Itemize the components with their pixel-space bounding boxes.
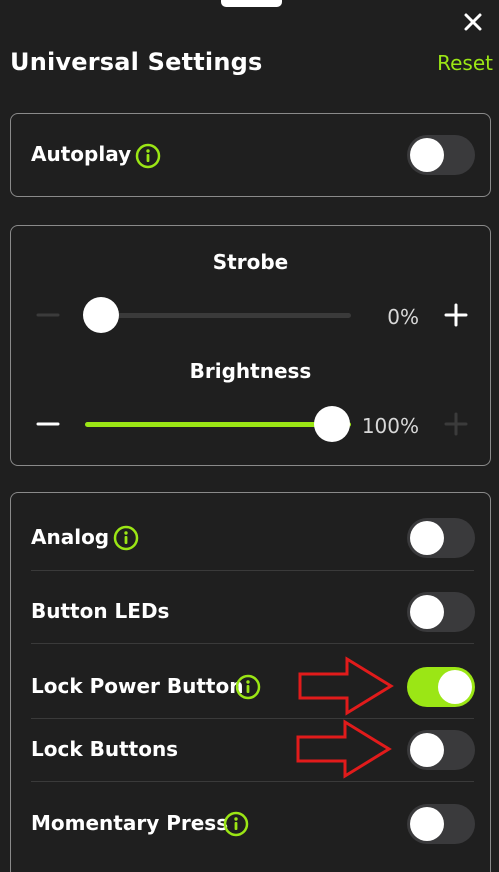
annotation-arrow-icon	[296, 719, 392, 779]
brightness-decrease-button[interactable]	[35, 411, 61, 437]
divider	[31, 570, 474, 571]
button-leds-label: Button LEDs	[31, 599, 170, 623]
button-leds-toggle[interactable]	[407, 592, 475, 632]
analog-toggle[interactable]	[407, 518, 475, 558]
toggle-knob	[410, 807, 444, 841]
toggle-knob	[410, 595, 444, 629]
toggle-knob	[410, 733, 444, 767]
brightness-increase-button[interactable]	[443, 411, 469, 437]
info-icon[interactable]	[135, 143, 161, 169]
options-card: Analog Button LEDs Lock Power Button Loc…	[10, 492, 491, 872]
brightness-label: Brightness	[189, 359, 312, 383]
divider	[31, 718, 474, 719]
info-icon[interactable]	[235, 674, 261, 700]
strobe-slider-track[interactable]	[85, 313, 351, 318]
toggle-knob	[410, 138, 444, 172]
annotation-arrow-icon	[298, 656, 394, 716]
drag-handle[interactable]	[221, 0, 282, 7]
strobe-decrease-button[interactable]	[35, 302, 61, 328]
momentary-press-toggle[interactable]	[407, 804, 475, 844]
lock-buttons-label: Lock Buttons	[31, 737, 179, 761]
brightness-slider-thumb[interactable]	[314, 406, 350, 442]
toggle-knob	[438, 670, 472, 704]
close-icon[interactable]	[461, 10, 485, 34]
toggle-knob	[410, 521, 444, 555]
lock-power-button-label: Lock Power Button	[31, 674, 244, 698]
strobe-value: 0%	[387, 305, 419, 329]
reset-button[interactable]: Reset	[437, 51, 493, 75]
brightness-slider-track[interactable]	[85, 422, 351, 427]
momentary-press-label: Momentary Press	[31, 811, 229, 835]
lock-power-button-toggle[interactable]	[407, 667, 475, 707]
strobe-label: Strobe	[212, 250, 289, 274]
brightness-slider-fill	[85, 422, 351, 427]
brightness-value: 100%	[361, 414, 419, 438]
divider	[31, 781, 474, 782]
strobe-increase-button[interactable]	[443, 302, 469, 328]
lock-buttons-toggle[interactable]	[407, 730, 475, 770]
divider	[31, 643, 474, 644]
info-icon[interactable]	[223, 811, 249, 837]
strobe-slider-thumb[interactable]	[83, 297, 119, 333]
autoplay-toggle[interactable]	[407, 135, 475, 175]
info-icon[interactable]	[113, 525, 139, 551]
analog-label: Analog	[31, 525, 110, 549]
autoplay-card: Autoplay	[10, 113, 491, 197]
light-controls-card: Strobe 0% Brightness 100%	[10, 225, 491, 466]
page-title: Universal Settings	[10, 48, 263, 76]
autoplay-label: Autoplay	[31, 142, 132, 166]
